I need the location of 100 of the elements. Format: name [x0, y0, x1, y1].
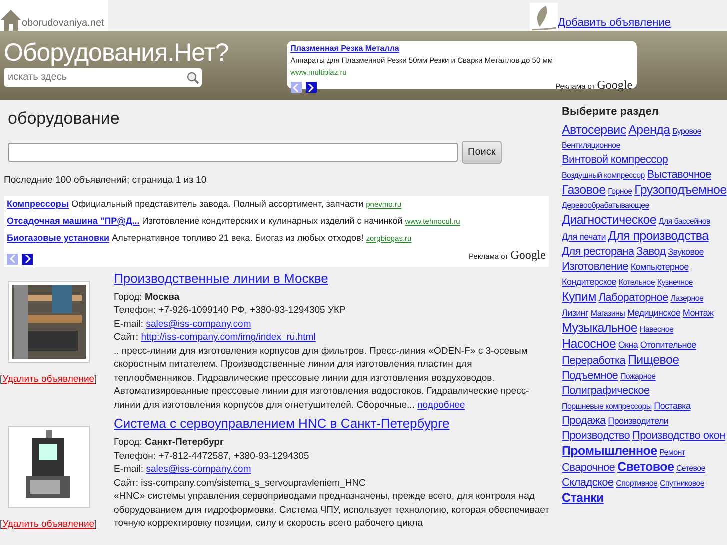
category-link[interactable]: Пожарное	[620, 372, 656, 380]
chevron-left-icon	[293, 84, 300, 92]
category-link[interactable]: Переработка	[562, 354, 626, 366]
category-link[interactable]: Диагностическое	[562, 212, 656, 226]
category-link[interactable]: Для ресторана	[562, 246, 634, 258]
category-link[interactable]: Музыкальное	[562, 320, 638, 334]
ad-text: Официальный представитель завода. Полный ассортимент, запчасти	[72, 198, 364, 209]
listing-title-link[interactable]: Производственные линии в Москве	[114, 270, 328, 288]
category-link[interactable]: Для печати	[562, 232, 606, 242]
category-link[interactable]: Звуковое	[668, 246, 704, 256]
category-link[interactable]: Производители	[608, 416, 669, 426]
category-link[interactable]: Монтаж	[682, 308, 714, 318]
category-link[interactable]: Аренда	[628, 122, 670, 136]
category-link[interactable]: Кондитерское	[562, 276, 616, 286]
category-link[interactable]: Световое	[617, 460, 674, 474]
site-title: Оборудования.Нет?	[4, 41, 229, 66]
category-link[interactable]: Спортивное	[616, 478, 658, 488]
category-link[interactable]: Компьютерное	[630, 262, 689, 272]
add-listing-link[interactable]: Добавить объявление	[558, 14, 671, 31]
category-link[interactable]: Котельное	[618, 278, 655, 286]
category-link[interactable]: Отопительное	[640, 340, 696, 350]
category-link[interactable]: Станки	[562, 490, 604, 504]
site-label: Сайт:	[114, 332, 139, 344]
logo-text: oborudovaniya.net	[22, 17, 104, 31]
delete-listing-link[interactable]: Удалить объявление	[2, 374, 95, 385]
category-link[interactable]: Продажа	[562, 414, 606, 426]
category-link[interactable]: Сетевое	[676, 464, 706, 472]
category-link[interactable]: Кузнечное	[657, 278, 694, 286]
category-link[interactable]: Окна	[618, 340, 638, 350]
category-link[interactable]: Выставочное	[647, 168, 712, 180]
delete-listing-link[interactable]: Удалить объявление	[2, 519, 95, 530]
search-icon	[187, 72, 199, 84]
category-link[interactable]: Для бассейнов	[658, 216, 710, 226]
bracket: [	[0, 519, 3, 530]
search-field[interactable]	[8, 142, 458, 162]
category-link[interactable]: Изготовление	[562, 260, 628, 272]
ad-title-link[interactable]: Компрессоры	[7, 198, 70, 209]
category-link[interactable]: Складское	[562, 476, 614, 488]
category-link[interactable]: Горное	[608, 186, 632, 196]
ad-title-link[interactable]: Плазменная Резка Металла	[290, 44, 400, 53]
category-link[interactable]: Лизинг	[562, 308, 589, 318]
email-link[interactable]: sales@iss-company.com	[146, 318, 252, 330]
category-link[interactable]: Лабораторное	[598, 292, 668, 304]
more-link[interactable]: подробнее	[418, 400, 466, 411]
site-logo[interactable]: oborudovaniya.net	[0, 0, 108, 31]
category-link[interactable]: Насосное	[562, 336, 616, 350]
category-link[interactable]: Воздушный компрессор	[562, 170, 645, 180]
category-link[interactable]: Грузоподъемное	[634, 182, 727, 196]
category-link[interactable]: Магазины	[590, 308, 626, 318]
category-link[interactable]: Винтовой компрессор	[562, 154, 668, 166]
category-link[interactable]: Подъемное	[562, 370, 618, 382]
category-link[interactable]: Деревообрабатывающее	[562, 200, 650, 210]
category-link[interactable]: Поставка	[654, 400, 691, 410]
category-link[interactable]: Завод	[636, 246, 666, 258]
listing-phone: Телефон: +7-812-4472587, +380-93-1294305	[114, 450, 310, 464]
next-button[interactable]	[22, 254, 33, 265]
ad-text: Изготовление кондитерских и кулинарных изделий с начинкой	[142, 216, 403, 226]
ad-text: Альтернативное топливо 21 века. Биогаз из любых отходов!	[112, 232, 364, 243]
category-link[interactable]: Для производства	[608, 228, 709, 242]
site-link[interactable]: http://iss-company.com/img/index_ru.html	[141, 332, 316, 344]
search-button[interactable]: Поиск	[462, 140, 502, 164]
category-link[interactable]: Пищевое	[628, 352, 680, 366]
ad-title-link[interactable]: Отсадочная машина "ПР@Д...	[7, 216, 140, 226]
category-link[interactable]: Автосервис	[562, 122, 626, 136]
category-link[interactable]: Купим	[562, 290, 596, 304]
category-link[interactable]: Газовое	[562, 182, 606, 196]
bracket: [	[0, 374, 3, 385]
sidebar-title: Выберите раздел	[562, 105, 660, 120]
category-link[interactable]: Буровое	[672, 126, 702, 136]
listing-site: Сайт: iss-company.com/sistema_s_servoupravleniem_HNC	[114, 476, 367, 490]
next-button[interactable]	[306, 82, 317, 93]
category-link[interactable]: Производство	[562, 430, 630, 442]
category-link[interactable]: Поршневые компрессоры	[562, 402, 652, 410]
category-link[interactable]: Полиграфическое	[562, 384, 650, 396]
category-link[interactable]: Лазерное	[670, 294, 704, 302]
email-link[interactable]: sales@iss-company.com	[146, 464, 252, 476]
page-heading: оборудование	[7, 108, 121, 130]
category-link[interactable]: Промышленное	[562, 444, 658, 458]
email-label: E-mail:	[114, 318, 144, 330]
email-label: E-mail:	[114, 464, 144, 476]
category-link[interactable]: Вентиляционное	[562, 140, 620, 150]
listing-city: Город: Москва	[114, 290, 181, 304]
previous-button[interactable]	[7, 254, 18, 265]
ad-title-link[interactable]: Биогазовые установки	[7, 232, 110, 243]
listing-title-link[interactable]: Система с сервоуправлением HNC в Санкт-Петербурге	[114, 415, 450, 434]
leaf-icon	[530, 3, 558, 31]
category-link[interactable]: Ремонт	[660, 448, 686, 456]
previous-button[interactable]	[290, 82, 302, 93]
listing-city: Город: Санкт-Петербург	[114, 436, 225, 450]
house-icon	[0, 9, 22, 31]
chevron-right-icon	[24, 255, 30, 264]
bracket: ]	[94, 374, 98, 385]
header-search-field[interactable]: искать здесь	[4, 68, 202, 87]
category-link[interactable]: Сварочное	[562, 462, 616, 474]
category-link[interactable]: Спутниковое	[660, 478, 705, 488]
category-link[interactable]: Производство окон	[632, 430, 726, 442]
category-link[interactable]: Медицинское	[627, 308, 681, 318]
bracket: ]	[94, 519, 98, 530]
category-link[interactable]: Навесное	[640, 324, 674, 334]
result-summary: Последние 100 объявлений; страница 1 из 10	[3, 174, 208, 188]
